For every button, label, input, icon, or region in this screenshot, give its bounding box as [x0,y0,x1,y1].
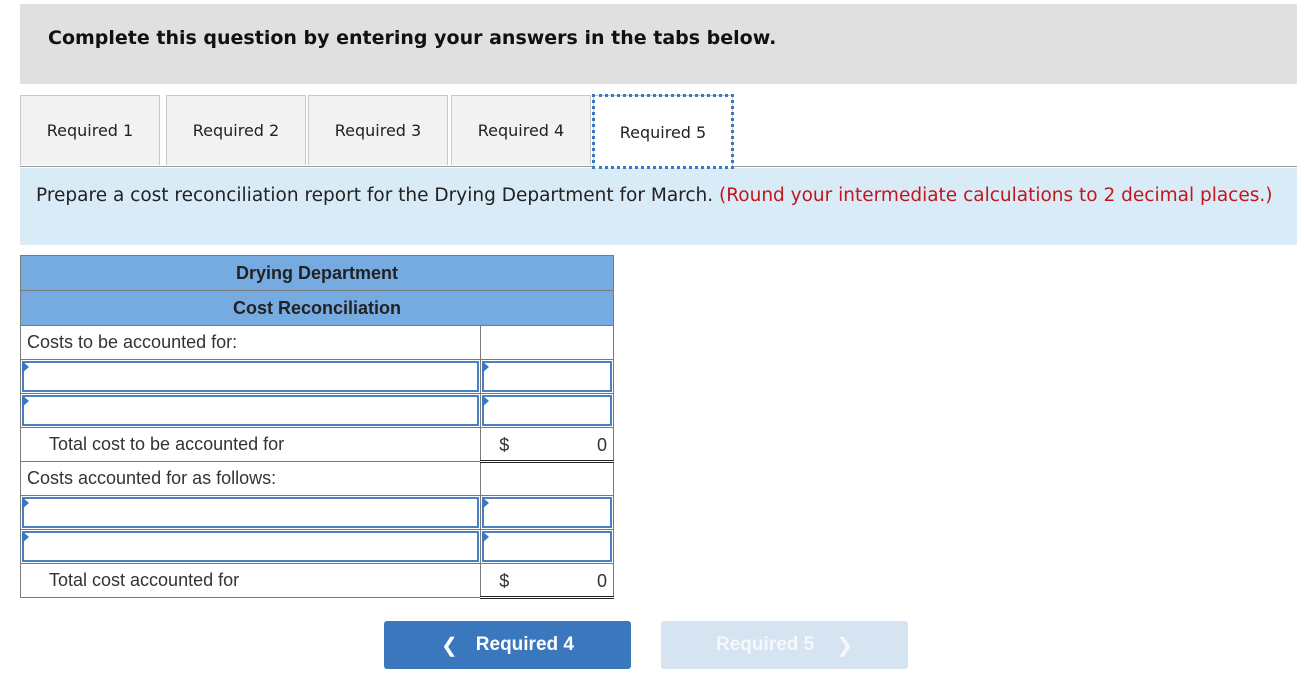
previous-required-button[interactable]: ❮ Required 4 [384,621,631,669]
section-label-costs-accounted-as-follows: Costs accounted for as follows: [19,461,482,496]
cost-item-amount-input-2[interactable] [484,397,610,424]
next-required-button: Required 5 ❯ [661,621,908,669]
total-cost-accounted-value: 0 [596,571,607,591]
input-flag-icon [482,395,490,407]
question-prompt: Prepare a cost reconciliation report for… [20,168,1297,245]
total-row: Total cost to be accounted for $ 0 [19,427,614,463]
tab-required-5[interactable]: Required 5 [592,94,734,169]
total-cost-to-be-accounted-label: Total cost to be accounted for [19,427,482,462]
chevron-right-icon: ❯ [836,634,853,657]
section-label-costs-to-be-accounted: Costs to be accounted for: [19,325,482,360]
tab-bar: Required 1 Required 2 Required 3 Require… [20,94,1297,169]
tab-required-1[interactable]: Required 1 [20,95,160,165]
accounted-item-label-input-2[interactable] [24,533,478,560]
previous-button-label: Required 4 [475,634,574,655]
currency-symbol: $ [499,571,510,591]
input-row [19,495,614,530]
instruction-text: Complete this question by entering your … [48,27,777,49]
cost-item-label-input-1[interactable] [24,363,478,390]
cost-reconciliation-table: Drying Department Cost Reconciliation Co… [19,255,614,599]
report-title: Drying Department [20,255,614,291]
section-row: Costs accounted for as follows: [19,461,614,496]
total-row: Total cost accounted for $ 0 [19,563,614,599]
rounding-note: (Round your intermediate calculations to… [719,185,1273,206]
accounted-item-amount-input-1[interactable] [484,499,610,526]
section-row: Costs to be accounted for: [19,325,614,360]
prompt-text: Prepare a cost reconciliation report for… [36,185,714,206]
input-row [19,359,614,394]
instruction-bar: Complete this question by entering your … [20,4,1297,84]
cost-item-label-input-2[interactable] [24,397,478,424]
input-flag-icon [482,497,490,509]
input-flag-icon [482,361,490,373]
total-cost-accounted-label: Total cost accounted for [19,563,482,598]
currency-symbol: $ [499,435,510,455]
report-subtitle: Cost Reconciliation [20,290,614,326]
input-flag-icon [482,531,490,543]
input-row [19,529,614,564]
next-button-label: Required 5 [716,634,815,655]
chevron-left-icon: ❮ [441,634,458,657]
tab-required-4[interactable]: Required 4 [451,95,591,165]
accounted-item-label-input-1[interactable] [24,499,478,526]
input-flag-icon [22,395,29,407]
input-row [19,393,614,428]
tab-required-2[interactable]: Required 2 [166,95,306,165]
cost-item-amount-input-1[interactable] [484,363,610,390]
tab-required-3[interactable]: Required 3 [308,95,448,165]
input-flag-icon [22,497,29,509]
input-flag-icon [22,361,29,373]
total-cost-to-be-accounted-value: 0 [596,435,607,455]
input-flag-icon [22,531,29,543]
accounted-item-amount-input-2[interactable] [484,533,610,560]
